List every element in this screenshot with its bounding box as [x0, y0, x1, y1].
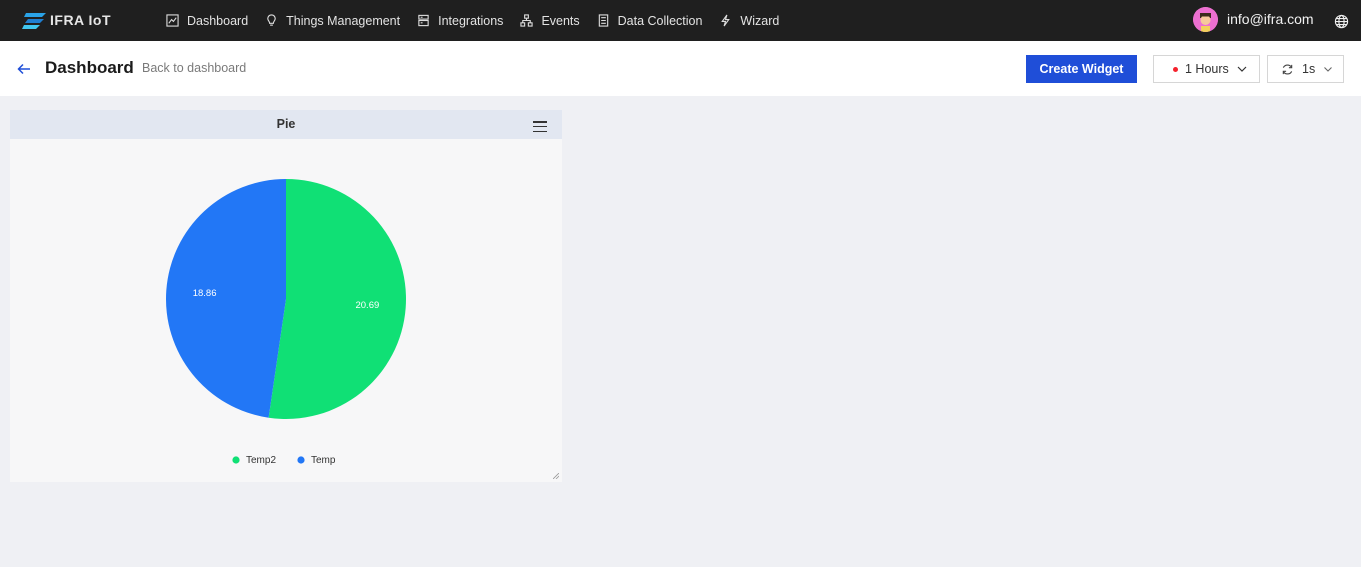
nav-item-label: Events [541, 13, 580, 28]
refresh-icon [1282, 63, 1293, 75]
app-name: IFRA IoT [50, 12, 112, 28]
nav-item-label: Things Management [286, 13, 401, 28]
refresh-interval-value: 1s [1302, 62, 1316, 76]
pie-chart: 20.69 18.86 Temp2 Temp [165, 179, 406, 466]
chevron-down-icon [1237, 66, 1247, 72]
time-range-dropdown[interactable]: 1 Hours [1153, 55, 1260, 83]
widget-header[interactable]: Pie [10, 110, 562, 139]
logo-icon [22, 13, 46, 29]
chevron-down-icon [1324, 67, 1333, 72]
nav-item-label: Wizard [740, 13, 780, 28]
top-nav-bar: IFRA IoT Dashboard Things Management Int… [0, 0, 1361, 41]
live-status-dot [1173, 66, 1178, 72]
main-nav: Dashboard Things Management Integrations… [166, 0, 796, 41]
pie-widget[interactable]: Pie 20.69 18.86 Temp2 Temp [10, 110, 562, 482]
widget-title: Pie [276, 117, 296, 131]
legend-marker [232, 456, 240, 464]
server-icon [418, 14, 429, 27]
legend-marker [297, 456, 305, 464]
user-email: info@ifra.com [1227, 11, 1314, 27]
app-logo[interactable]: IFRA IoT [22, 9, 111, 31]
pie-slice-temp[interactable] [165, 179, 286, 418]
nav-item-wizard[interactable]: Wizard [719, 0, 779, 41]
lightbulb-icon [267, 14, 276, 26]
globe-icon[interactable] [1334, 14, 1349, 29]
resize-handle-icon[interactable] [553, 473, 559, 479]
nav-item-dashboard[interactable]: Dashboard [166, 0, 248, 41]
legend-item-label[interactable]: Temp2 [246, 455, 276, 466]
hamburger-menu-icon[interactable] [533, 121, 547, 133]
chart-line-icon [166, 14, 179, 27]
legend-item-label[interactable]: Temp [311, 455, 336, 466]
document-icon [598, 14, 608, 27]
nav-item-label: Integrations [438, 13, 504, 28]
nav-item-integrations[interactable]: Integrations [417, 0, 503, 41]
refresh-interval-dropdown[interactable]: 1s [1267, 55, 1344, 83]
nav-item-things-management[interactable]: Things Management [265, 0, 400, 41]
nav-item-data-collection[interactable]: Data Collection [597, 0, 703, 41]
pie-data-label: 20.69 [355, 300, 379, 311]
network-icon [520, 14, 534, 27]
page-header: Dashboard Back to dashboard Create Widge… [0, 41, 1361, 96]
create-widget-button[interactable]: Create Widget [1026, 55, 1137, 83]
user-menu[interactable]: info@ifra.com [1193, 6, 1314, 32]
nav-item-events[interactable]: Events [520, 0, 580, 41]
pie-data-label: 18.86 [193, 288, 217, 299]
bolt-icon [721, 14, 731, 27]
page-title: Dashboard [45, 58, 134, 77]
nav-item-label: Data Collection [617, 13, 703, 28]
back-to-dashboard-link[interactable]: Back to dashboard [142, 61, 246, 75]
pie-slice-temp2[interactable] [268, 179, 406, 419]
avatar [1193, 6, 1218, 32]
nav-item-label: Dashboard [187, 13, 249, 28]
back-arrow-icon[interactable] [16, 61, 32, 77]
time-range-value: 1 Hours [1185, 62, 1229, 76]
